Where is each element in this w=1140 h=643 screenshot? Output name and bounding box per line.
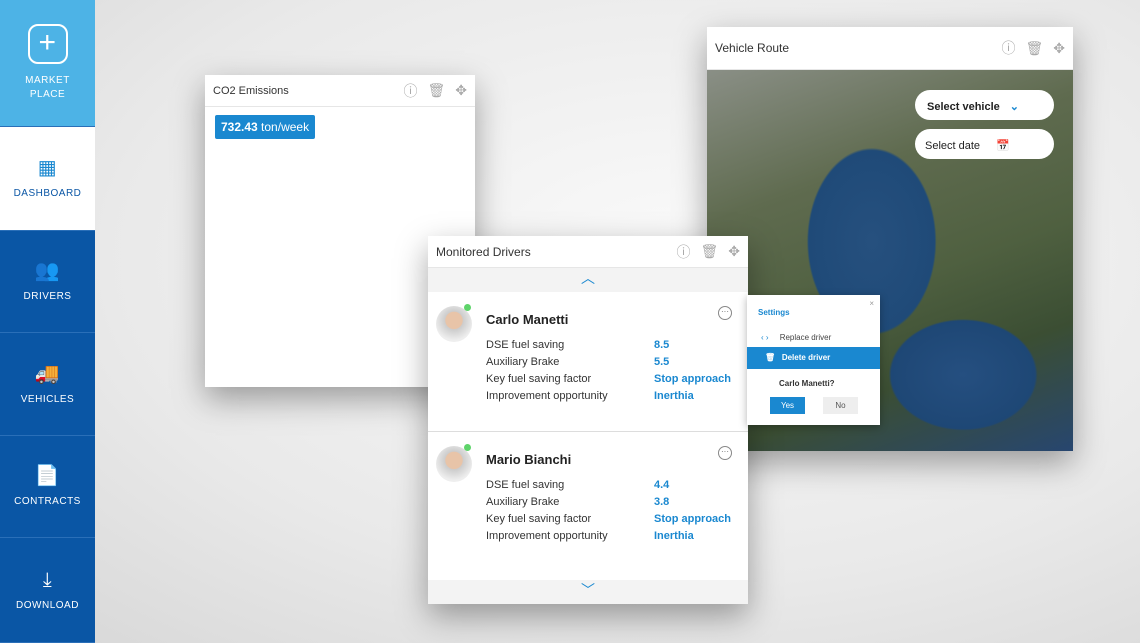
sidebar-item-dashboard[interactable]: ▦ DASHBOARD bbox=[0, 127, 95, 231]
card-title: Monitored Drivers bbox=[436, 244, 531, 259]
info-icon[interactable]: ⓘ bbox=[1001, 38, 1015, 58]
calendar-icon: 📅 bbox=[996, 140, 1010, 152]
driver-item: ··· Mario Bianchi DSE fuel saving 4.4 Auxili… bbox=[428, 432, 748, 572]
avatar bbox=[436, 446, 472, 482]
card-title: Vehicle Route bbox=[715, 41, 790, 55]
metric-value: 4.4 bbox=[654, 478, 670, 491]
no-button[interactable]: No bbox=[823, 397, 858, 414]
delete-driver-item[interactable]: 🗑 Delete driver bbox=[747, 347, 880, 369]
scroll-up-button[interactable]: ︿ bbox=[428, 268, 748, 292]
metric-label: Improvement opportunity bbox=[486, 389, 608, 402]
metric-label: DSE fuel saving bbox=[486, 338, 565, 351]
select-date-label: Select date bbox=[925, 140, 981, 152]
metric-value: Stop approach bbox=[654, 372, 732, 385]
metric-label: Key fuel saving factor bbox=[486, 512, 592, 525]
trash-icon: 🗑 bbox=[765, 353, 776, 362]
driver-name: Carlo Manetti bbox=[486, 312, 569, 327]
metric-row: DSE fuel saving 4.4 bbox=[486, 476, 748, 493]
metric-row: Improvement opportunity Inerthia bbox=[486, 527, 748, 544]
metric-label: DSE fuel saving bbox=[486, 478, 565, 491]
avatar bbox=[436, 306, 472, 342]
move-icon[interactable]: ✥ bbox=[1053, 40, 1065, 57]
sidebar-label: CONTRACTS bbox=[14, 496, 81, 507]
close-icon[interactable]: × bbox=[869, 299, 874, 308]
trash-icon[interactable]: 🗑 bbox=[1025, 40, 1043, 57]
select-vehicle-label: Select vehicle bbox=[927, 101, 1000, 113]
info-icon[interactable]: ⓘ bbox=[676, 242, 690, 262]
sidebar-label: DRIVERS bbox=[23, 291, 72, 302]
select-date-field[interactable]: Select date 📅 bbox=[915, 129, 1054, 159]
sidebar-label: VEHICLES bbox=[20, 393, 75, 405]
metric-row: Auxiliary Brake 5.5 bbox=[486, 353, 748, 370]
metric-value: Stop approach bbox=[654, 512, 732, 525]
sidebar-item-drivers[interactable]: 👥 DRIVERS bbox=[0, 231, 95, 333]
plus-icon: + bbox=[27, 24, 68, 64]
sidebar-item-vehicles[interactable]: 🚚 VEHICLES bbox=[0, 333, 95, 436]
metric-value: Inerthia bbox=[654, 389, 694, 402]
sidebar-item-contracts[interactable]: 📄 CONTRACTS bbox=[0, 436, 95, 538]
download-icon: ⤓ bbox=[42, 568, 53, 591]
settings-title: Settings bbox=[758, 308, 790, 317]
replace-driver-item[interactable]: ‹ › Replace driver bbox=[747, 329, 880, 345]
sidebar: + MARKET PLACE ▦ DASHBOARD 👥 DRIVERS 🚚 VEHI… bbox=[0, 0, 95, 643]
metric-label: Improvement opportunity bbox=[486, 529, 608, 542]
scroll-down-button[interactable]: ﹀ bbox=[428, 580, 748, 604]
online-status-dot bbox=[464, 444, 471, 451]
confirm-text: Carlo Manetti? bbox=[779, 379, 835, 388]
metric-value: Inerthia bbox=[654, 529, 694, 542]
metric-label: Auxiliary Brake bbox=[486, 495, 560, 508]
sidebar-label: DASHBOARD bbox=[13, 188, 82, 199]
trash-icon[interactable]: 🗑 bbox=[700, 243, 718, 260]
metric-label: Auxiliary Brake bbox=[486, 355, 560, 368]
metric-row: Key fuel saving factor Stop approach bbox=[486, 370, 748, 387]
sidebar-label: MARKET PLACE bbox=[25, 75, 70, 100]
monitored-drivers-card: Monitored Drivers ⓘ 🗑 ✥ ︿ ··· Carlo Manetti… bbox=[428, 236, 748, 604]
arrows-icon: ‹ › bbox=[761, 333, 769, 342]
document-icon: 📄 bbox=[34, 465, 61, 487]
select-vehicle-dropdown[interactable]: Select vehicle ⌄ bbox=[915, 90, 1054, 120]
online-status-dot bbox=[464, 304, 471, 311]
sidebar-item-download[interactable]: ⤓ DOWNLOAD bbox=[0, 538, 95, 643]
metric-row: Improvement opportunity Inerthia bbox=[486, 387, 748, 404]
metric-value: 8.5 bbox=[654, 338, 670, 351]
dashboard-icon: ▦ bbox=[37, 157, 58, 179]
yes-button[interactable]: Yes bbox=[770, 397, 805, 414]
metric-row: Key fuel saving factor Stop approach bbox=[486, 510, 748, 527]
metric-row: DSE fuel saving 8.5 bbox=[486, 336, 748, 353]
move-icon[interactable]: ✥ bbox=[728, 243, 740, 260]
sidebar-label: DOWNLOAD bbox=[16, 599, 79, 611]
metric-row: Auxiliary Brake 3.8 bbox=[486, 493, 748, 510]
metric-value: 3.8 bbox=[654, 495, 670, 508]
driver-options-button[interactable]: ··· bbox=[718, 446, 732, 460]
truck-icon: 🚚 bbox=[34, 362, 61, 385]
settings-popup: Settings × ‹ › Replace driver 🗑 Delete d… bbox=[747, 295, 880, 425]
metric-label: Key fuel saving factor bbox=[486, 372, 592, 385]
driver-options-button[interactable]: ··· bbox=[718, 306, 732, 320]
driver-item: ··· Carlo Manetti DSE fuel saving 8.5 Auxili… bbox=[428, 292, 748, 432]
delete-label: Delete driver bbox=[781, 353, 831, 362]
metric-value: 5.5 bbox=[654, 355, 670, 368]
chevron-down-icon: ⌄ bbox=[1009, 101, 1019, 113]
users-icon: 👥 bbox=[34, 260, 61, 282]
sidebar-item-marketplace[interactable]: + MARKET PLACE bbox=[0, 0, 95, 127]
driver-name: Mario Bianchi bbox=[486, 452, 572, 467]
replace-label: Replace driver bbox=[779, 333, 832, 342]
